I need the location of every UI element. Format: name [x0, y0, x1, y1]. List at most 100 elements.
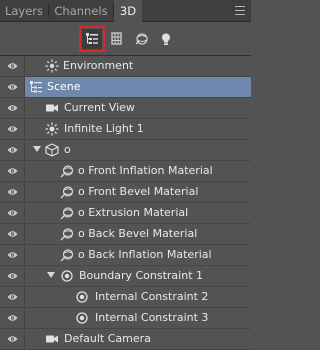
eye-icon: [7, 63, 18, 69]
tree-row-label: o Back Bevel Material: [78, 227, 198, 240]
expand-arrow-icon[interactable]: [47, 272, 55, 278]
material-sphere-icon: [135, 33, 148, 45]
panel-menu-button[interactable]: [235, 6, 245, 15]
visibility-toggle[interactable]: [0, 98, 25, 118]
material-icon: [60, 207, 74, 220]
tab-channels[interactable]: Channels: [49, 0, 113, 21]
eye-icon: [7, 294, 18, 300]
material-icon: [60, 186, 74, 199]
tree-row[interactable]: o Front Bevel Material: [0, 182, 251, 203]
visibility-toggle[interactable]: [0, 203, 25, 223]
eye-icon: [7, 231, 18, 237]
visibility-toggle[interactable]: [0, 266, 25, 286]
visibility-toggle[interactable]: [0, 224, 25, 244]
scene-tree: Environment Scene Current View Infinite Lig…: [0, 55, 251, 350]
tab-layers[interactable]: Layers: [0, 0, 48, 21]
tree-row-label: o Back Inflation Material: [78, 248, 212, 261]
tree-row[interactable]: o: [0, 140, 251, 161]
eye-icon: [7, 252, 18, 258]
tree-row-label: Boundary Constraint 1: [79, 269, 203, 282]
visibility-toggle[interactable]: [0, 245, 25, 265]
camera-icon: [46, 104, 58, 112]
material-icon: [60, 228, 74, 241]
material-icon: [60, 249, 74, 262]
eye-icon: [7, 273, 18, 279]
visibility-toggle[interactable]: [0, 308, 25, 328]
tree-row-label: Environment: [63, 59, 134, 72]
tab-3d[interactable]: 3D: [114, 0, 142, 22]
materials-filter-button[interactable]: [132, 29, 152, 49]
tree-row[interactable]: Current View: [0, 98, 251, 119]
tree-row-label: o Extrusion Material: [78, 206, 189, 219]
eye-icon: [7, 189, 18, 195]
expand-arrow-icon[interactable]: [33, 146, 41, 152]
visibility-toggle[interactable]: [0, 119, 25, 139]
mesh-grid-icon: [111, 32, 122, 45]
eye-icon: [7, 105, 18, 111]
tree-row-label: o: [64, 143, 71, 156]
tree-row-label-area[interactable]: Environment: [25, 56, 251, 76]
constraint-icon: [76, 312, 88, 324]
tree-row-label-area[interactable]: o: [25, 140, 251, 160]
filter-toolbar: [0, 22, 251, 55]
mesh-icon: [45, 143, 59, 157]
tree-row-label-area[interactable]: Default Camera: [25, 329, 251, 349]
tree-row[interactable]: o Extrusion Material: [0, 203, 251, 224]
tree-row-label-area[interactable]: o Back Bevel Material: [25, 224, 251, 244]
scene-filter-button[interactable]: [79, 26, 105, 52]
constraint-icon: [61, 270, 73, 282]
eye-icon: [7, 168, 18, 174]
light-bulb-icon: [162, 33, 170, 45]
eye-icon: [7, 210, 18, 216]
tree-row-label-area[interactable]: Scene: [25, 77, 251, 97]
tree-row[interactable]: Scene: [0, 77, 251, 98]
lights-filter-button[interactable]: [156, 29, 176, 49]
tree-row-label-area[interactable]: o Front Inflation Material: [25, 161, 251, 181]
scene-icon: [30, 81, 42, 93]
camera-icon: [46, 335, 58, 343]
tree-row[interactable]: o Back Bevel Material: [0, 224, 251, 245]
tree-row[interactable]: o Back Inflation Material: [0, 245, 251, 266]
tree-row-label: Current View: [64, 101, 135, 114]
eye-icon: [7, 336, 18, 342]
tree-row-label-area[interactable]: o Back Inflation Material: [25, 245, 251, 265]
visibility-toggle[interactable]: [0, 287, 25, 307]
visibility-toggle[interactable]: [0, 77, 25, 97]
tree-row-label-area[interactable]: Current View: [25, 98, 251, 118]
tree-row-label: o Front Inflation Material: [78, 164, 213, 177]
visibility-toggle[interactable]: [0, 161, 25, 181]
material-icon: [60, 165, 74, 178]
visibility-toggle[interactable]: [0, 56, 25, 76]
tree-row[interactable]: Internal Constraint 3: [0, 308, 251, 329]
tree-row-label: Default Camera: [64, 332, 151, 345]
tree-row-label-area[interactable]: Infinite Light 1: [25, 119, 251, 139]
tree-row[interactable]: Boundary Constraint 1: [0, 266, 251, 287]
tree-row-label: Scene: [47, 80, 81, 93]
meshes-filter-button[interactable]: [107, 29, 127, 49]
tree-row-label-area[interactable]: o Front Bevel Material: [25, 182, 251, 202]
eye-icon: [7, 126, 18, 132]
environment-icon: [45, 59, 59, 73]
tree-row[interactable]: Environment: [0, 56, 251, 77]
tree-row-label-area[interactable]: Internal Constraint 2: [25, 287, 251, 307]
light-icon: [45, 122, 59, 136]
tree-row-label: Internal Constraint 2: [95, 290, 209, 303]
tree-row-label-area[interactable]: Internal Constraint 3: [25, 308, 251, 328]
visibility-toggle[interactable]: [0, 140, 25, 160]
tree-row-label: o Front Bevel Material: [78, 185, 199, 198]
scene-hierarchy-icon: [86, 33, 98, 44]
tree-row-label-area[interactable]: Boundary Constraint 1: [25, 266, 251, 286]
eye-icon: [7, 84, 18, 90]
tree-row-label: Infinite Light 1: [64, 122, 144, 135]
panel-tab-bar: Layers Channels 3D: [0, 0, 251, 22]
visibility-toggle[interactable]: [0, 329, 25, 349]
tree-row[interactable]: o Front Inflation Material: [0, 161, 251, 182]
tree-row-label-area[interactable]: o Extrusion Material: [25, 203, 251, 223]
tree-row[interactable]: Default Camera: [0, 329, 251, 350]
visibility-toggle[interactable]: [0, 182, 25, 202]
eye-icon: [7, 147, 18, 153]
tree-row-label: Internal Constraint 3: [95, 311, 209, 324]
tree-row[interactable]: Internal Constraint 2: [0, 287, 251, 308]
tree-row[interactable]: Infinite Light 1: [0, 119, 251, 140]
constraint-icon: [76, 291, 88, 303]
